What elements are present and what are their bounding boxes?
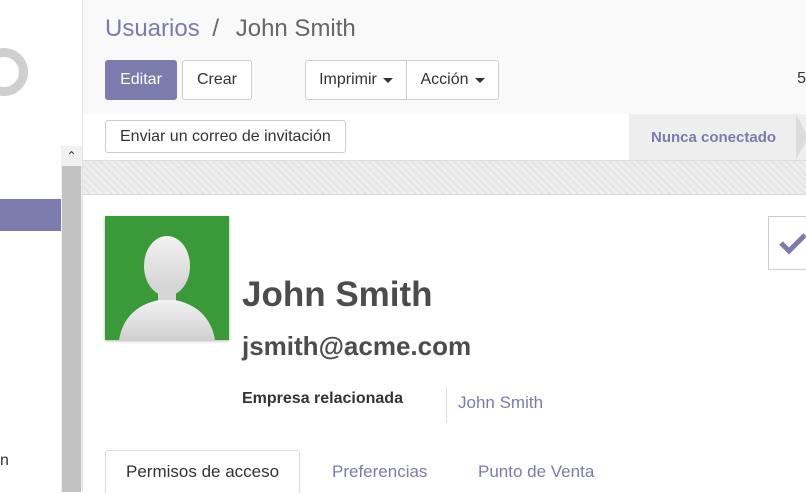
- tab-label: Preferencias: [332, 461, 428, 481]
- scrollbar-thumb[interactable]: [62, 166, 81, 492]
- tab-point-of-sale[interactable]: Punto de Venta: [478, 450, 594, 493]
- pager-value[interactable]: 5: [797, 70, 806, 88]
- active-toggle-button[interactable]: [768, 216, 806, 270]
- tab-access-rights[interactable]: Permisos de acceso: [105, 450, 301, 493]
- edit-button[interactable]: Editar: [105, 60, 177, 100]
- control-panel: Usuarios / John Smith Editar Crear Impri…: [83, 0, 806, 115]
- sidebar-active-item[interactable]: [0, 199, 61, 231]
- status-stage-label: Nunca conectado: [651, 128, 777, 146]
- checkmark-icon: [779, 233, 806, 255]
- sidebar-scrollbar[interactable]: ⌃: [61, 146, 82, 492]
- tab-preferences[interactable]: Preferencias: [332, 450, 427, 493]
- caret-down-icon: [382, 77, 393, 83]
- tab-label: Punto de Venta: [478, 461, 595, 481]
- breadcrumb: Usuarios / John Smith: [105, 15, 356, 43]
- scroll-up-icon[interactable]: ⌃: [61, 146, 82, 166]
- user-silhouette-icon[interactable]: [105, 216, 229, 340]
- related-company-link[interactable]: John Smith: [458, 393, 543, 413]
- print-dropdown[interactable]: Imprimir: [305, 60, 407, 100]
- tab-label: Permisos de acceso: [126, 462, 280, 481]
- action-dropdown-label: Acción: [420, 71, 469, 88]
- edit-button-label: Editar: [120, 71, 162, 88]
- breadcrumb-parent-link[interactable]: Usuarios: [105, 15, 200, 42]
- logo-icon: [0, 48, 28, 96]
- related-company-label: Empresa relacionada: [242, 390, 403, 407]
- user-email[interactable]: jsmith@acme.com: [242, 331, 471, 362]
- print-dropdown-label: Imprimir: [319, 71, 377, 88]
- send-invitation-label: Enviar un correo de invitación: [120, 127, 331, 145]
- send-invitation-button[interactable]: Enviar un correo de invitación: [105, 120, 346, 153]
- sidebar-item-label[interactable]: n: [0, 452, 9, 470]
- user-name[interactable]: John Smith: [242, 275, 433, 315]
- form-sheet: John Smith jsmith@acme.com Empresa relac…: [83, 194, 806, 493]
- notebook-tabs: Permisos de acceso Preferencias Punto de…: [105, 450, 806, 493]
- breadcrumb-separator: /: [212, 15, 220, 42]
- app-sidebar: n ⌃: [0, 0, 83, 492]
- caret-down-icon: [474, 77, 485, 83]
- status-bar: Enviar un correo de invitación Nunca con…: [83, 114, 806, 161]
- action-dropdown[interactable]: Acción: [406, 60, 499, 100]
- form-background: John Smith jsmith@acme.com Empresa relac…: [83, 161, 806, 493]
- status-stage-never-connected[interactable]: Nunca conectado: [629, 114, 806, 160]
- breadcrumb-current: John Smith: [235, 15, 356, 42]
- stage-arrow-icon: [796, 114, 806, 160]
- create-button[interactable]: Crear: [182, 60, 252, 100]
- create-button-label: Crear: [196, 71, 237, 88]
- field-divider: [446, 387, 447, 423]
